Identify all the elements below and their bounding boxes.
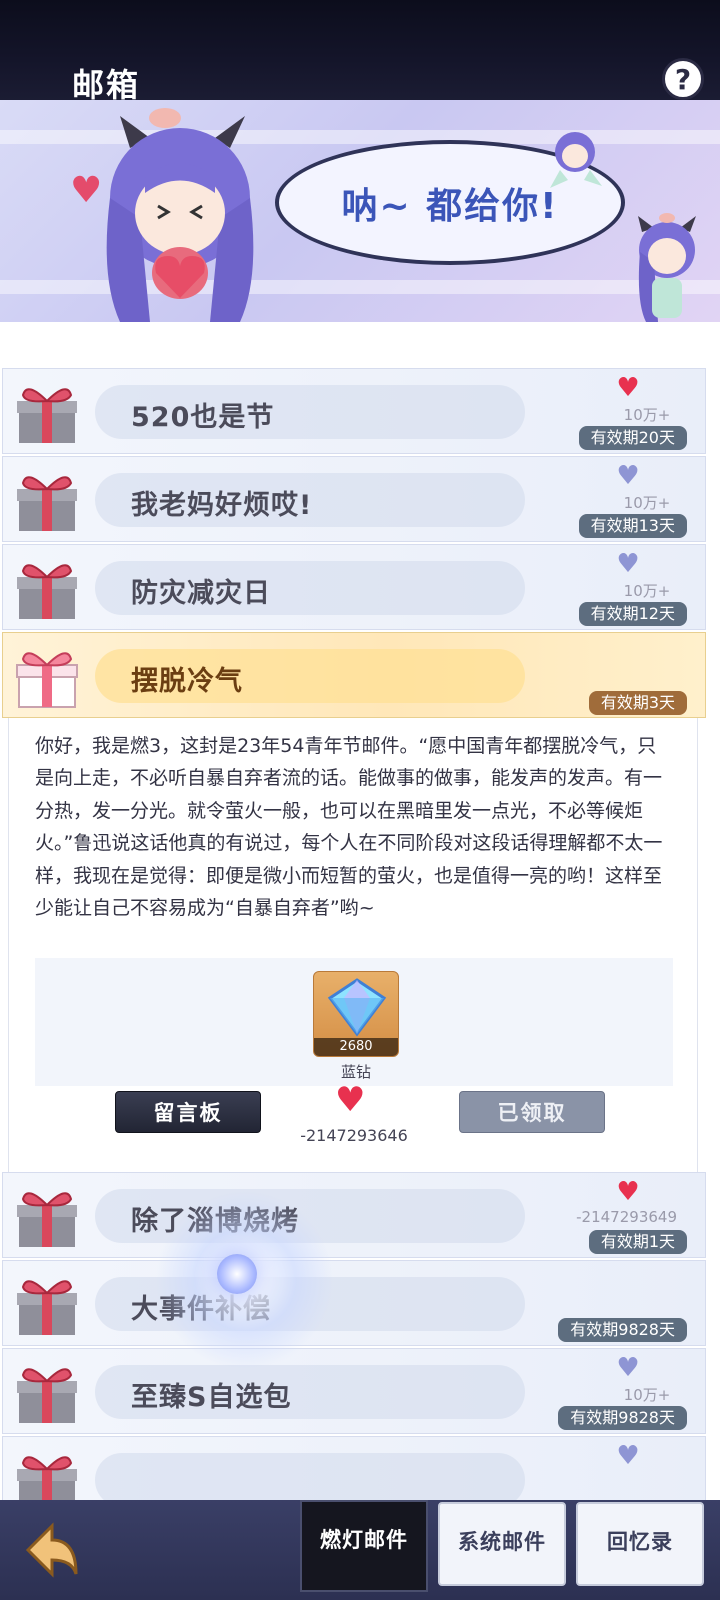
- heart-icon: ♥: [616, 461, 640, 491]
- mail-item[interactable]: 除了淄博烧烤 ♥ -2147293649 有效期1天: [2, 1172, 706, 1258]
- mini-character-icon: [550, 132, 602, 188]
- reward-item[interactable]: 2680: [313, 971, 399, 1057]
- tab-system-mail[interactable]: 系统邮件: [438, 1502, 566, 1586]
- mail-title-pill: [95, 1453, 525, 1507]
- mail-title: 除了淄博烧烤: [131, 1206, 299, 1237]
- expiry-badge: 有效期1天: [588, 1230, 687, 1254]
- mail-item[interactable]: 大事件补偿 有效期9828天: [2, 1260, 706, 1346]
- speech-text: 呐~ 都给你!: [341, 185, 559, 227]
- tab-memories[interactable]: 回忆录: [576, 1502, 704, 1586]
- touch-ripple-icon: [217, 1254, 257, 1294]
- like-heart-icon[interactable]: ♥: [335, 1080, 365, 1120]
- back-arrow-icon[interactable]: [22, 1520, 82, 1580]
- reward-box: 2680 蓝钻: [35, 958, 673, 1086]
- top-bar: 邮箱 ?: [0, 0, 720, 104]
- mail-title: 至臻S自选包: [131, 1382, 292, 1413]
- message-board-button[interactable]: 留言板: [115, 1091, 261, 1133]
- mail-detail-panel: 你好，我是燃3，这封是23年54青年节邮件。“愿中国青年都摆脱冷气，只是向上走，…: [8, 718, 698, 1193]
- gift-box-open-icon: [16, 652, 78, 708]
- expiry-badge: 有效期20天: [578, 426, 687, 450]
- gift-box-icon: [17, 476, 77, 531]
- mail-title: 大事件补偿: [131, 1294, 271, 1325]
- reward-name: 蓝钻: [340, 1063, 371, 1081]
- gift-box-icon: [17, 388, 77, 443]
- mail-item[interactable]: 520也是节 ♥ 10万+ 有效期20天: [2, 368, 706, 454]
- mailbox-banner: ♥ 呐~ 都给你!: [0, 100, 720, 322]
- heart-icon: ♥: [616, 1353, 640, 1383]
- like-count: 10万+: [623, 494, 671, 512]
- heart-icon: ♥: [616, 373, 640, 403]
- expiry-badge: 有效期9828天: [558, 1318, 687, 1342]
- gift-box-icon: [17, 1192, 77, 1247]
- like-count: -2147293646: [300, 1126, 408, 1145]
- heart-icon: ♥: [616, 1177, 640, 1207]
- like-count: 10万+: [623, 1386, 671, 1404]
- heart-icon: ♥: [616, 1441, 640, 1471]
- heart-icon: ♥: [616, 549, 640, 579]
- gift-box-icon: [17, 1280, 77, 1335]
- mail-item[interactable]: 我老妈好烦哎! ♥ 10万+ 有效期13天: [2, 456, 706, 542]
- chibi-girl-illustration: [106, 108, 254, 322]
- mail-item[interactable]: 至臻S自选包 ♥ 10万+ 有效期9828天: [2, 1348, 706, 1434]
- gift-box-icon: [17, 1368, 77, 1423]
- expiry-badge: 有效期13天: [578, 514, 687, 538]
- gift-box-icon: [17, 564, 77, 619]
- like-count: 10万+: [623, 582, 671, 600]
- mini-character-icon: [638, 213, 696, 322]
- mail-title: 我老妈好烦哎!: [131, 490, 313, 521]
- reward-quantity: 2680: [314, 1038, 398, 1056]
- expiry-badge: 有效期3天: [588, 691, 687, 715]
- like-count: -2147293649: [576, 1208, 677, 1226]
- mail-item[interactable]: 防灾减灾日 ♥ 10万+ 有效期12天: [2, 544, 706, 630]
- expiry-badge: 有效期9828天: [558, 1406, 687, 1430]
- mail-title: 防灾减灾日: [131, 578, 271, 609]
- blue-diamond-icon: [327, 978, 387, 1037]
- bottom-navigation: 燃灯邮件 系统邮件 回忆录: [0, 1500, 720, 1600]
- tab-burning-lamp-mail[interactable]: 燃灯邮件: [300, 1500, 428, 1592]
- mail-title: 520也是节: [131, 402, 275, 433]
- mail-body-text: 你好，我是燃3，这封是23年54青年节邮件。“愿中国青年都摆脱冷气，只是向上走，…: [35, 735, 663, 920]
- expiry-badge: 有效期12天: [578, 602, 687, 626]
- mail-title: 摆脱冷气: [131, 666, 243, 697]
- mail-item-selected[interactable]: 摆脱冷气 有效期3天: [2, 632, 706, 718]
- like-count: 10万+: [623, 406, 671, 424]
- help-icon[interactable]: ?: [662, 58, 704, 100]
- claimed-button[interactable]: 已领取: [459, 1091, 605, 1133]
